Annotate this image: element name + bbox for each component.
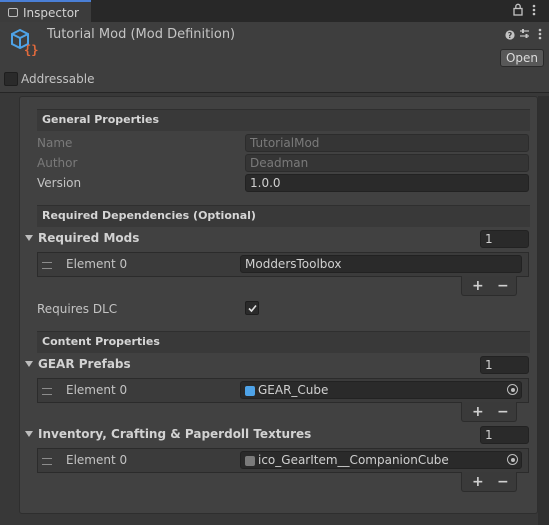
content-properties-title: Content Properties xyxy=(42,335,160,348)
gear-element-field[interactable]: GEAR_Cube xyxy=(240,381,522,399)
checkmark-icon xyxy=(248,304,257,313)
object-picker-icon[interactable] xyxy=(507,454,518,465)
foldout-arrow-icon[interactable] xyxy=(25,361,33,367)
textures-label[interactable]: Inventory, Crafting & Paperdoll Textures xyxy=(38,427,311,441)
texture-element-value: ico_GearItem__CompanionCube xyxy=(258,453,449,467)
add-button[interactable]: + xyxy=(472,404,484,420)
open-button[interactable]: Open xyxy=(500,49,544,67)
drag-handle-icon[interactable] xyxy=(42,388,52,395)
gear-prefabs-label[interactable]: GEAR Prefabs xyxy=(38,357,131,371)
general-properties-title: General Properties xyxy=(42,113,160,126)
addressable-label: Addressable xyxy=(21,72,95,86)
foldout-arrow-icon[interactable] xyxy=(25,431,33,437)
tab-inspector[interactable]: Inspector xyxy=(0,0,91,22)
requires-dlc-checkbox[interactable] xyxy=(245,301,259,315)
drag-handle-icon[interactable] xyxy=(42,262,52,269)
required-mods-label[interactable]: Required Mods xyxy=(38,231,139,245)
remove-button[interactable]: − xyxy=(497,474,509,490)
svg-text:{}: {} xyxy=(24,43,38,57)
menu-icon[interactable] xyxy=(532,4,536,19)
foldout-arrow-icon[interactable] xyxy=(25,235,33,241)
gear-prefabs-add-remove: + − xyxy=(461,402,517,422)
scrollbar[interactable] xyxy=(538,96,549,525)
element-0-label: Element 0 xyxy=(66,257,128,271)
texture-element-0-label: Element 0 xyxy=(66,453,128,467)
version-field[interactable]: 1.0.0 xyxy=(245,174,529,192)
remove-button[interactable]: − xyxy=(497,404,509,420)
required-mods-count[interactable]: 1 xyxy=(480,230,529,248)
prefab-icon xyxy=(245,385,255,396)
tab-inspector-label: Inspector xyxy=(23,6,79,20)
gear-element-value: GEAR_Cube xyxy=(258,383,329,397)
remove-button[interactable]: − xyxy=(497,278,509,294)
texture-icon xyxy=(245,455,255,466)
object-picker-icon[interactable] xyxy=(507,384,518,395)
textures-add-remove: + − xyxy=(461,472,517,492)
svg-text:?: ? xyxy=(508,31,513,40)
add-button[interactable]: + xyxy=(472,278,484,294)
textures-count[interactable]: 1 xyxy=(480,426,529,444)
version-label: Version xyxy=(37,176,82,190)
lock-icon[interactable] xyxy=(513,3,523,19)
name-field: TutorialMod xyxy=(245,134,529,152)
gear-prefabs-count[interactable]: 1 xyxy=(480,356,529,374)
add-button[interactable]: + xyxy=(472,474,484,490)
name-label: Name xyxy=(37,136,73,150)
header-menu-icon[interactable] xyxy=(538,28,542,43)
dependencies-title: Required Dependencies (Optional) xyxy=(42,209,256,222)
author-label: Author xyxy=(37,156,78,170)
requires-dlc-label: Requires DLC xyxy=(37,302,118,316)
help-icon[interactable]: ? xyxy=(505,29,515,43)
drag-handle-icon[interactable] xyxy=(42,458,52,465)
mod-definition-icon: {} xyxy=(9,27,41,60)
required-mod-element-field[interactable]: ModdersToolbox xyxy=(240,255,522,273)
inspector-icon xyxy=(8,8,18,17)
required-mods-add-remove: + − xyxy=(461,276,517,296)
author-field: Deadman xyxy=(245,154,529,172)
addressable-checkbox[interactable] xyxy=(4,72,18,86)
texture-element-field[interactable]: ico_GearItem__CompanionCube xyxy=(240,451,522,469)
object-title: Tutorial Mod (Mod Definition) xyxy=(47,27,236,42)
gear-element-0-label: Element 0 xyxy=(66,383,128,397)
settings-icon[interactable] xyxy=(519,28,530,42)
